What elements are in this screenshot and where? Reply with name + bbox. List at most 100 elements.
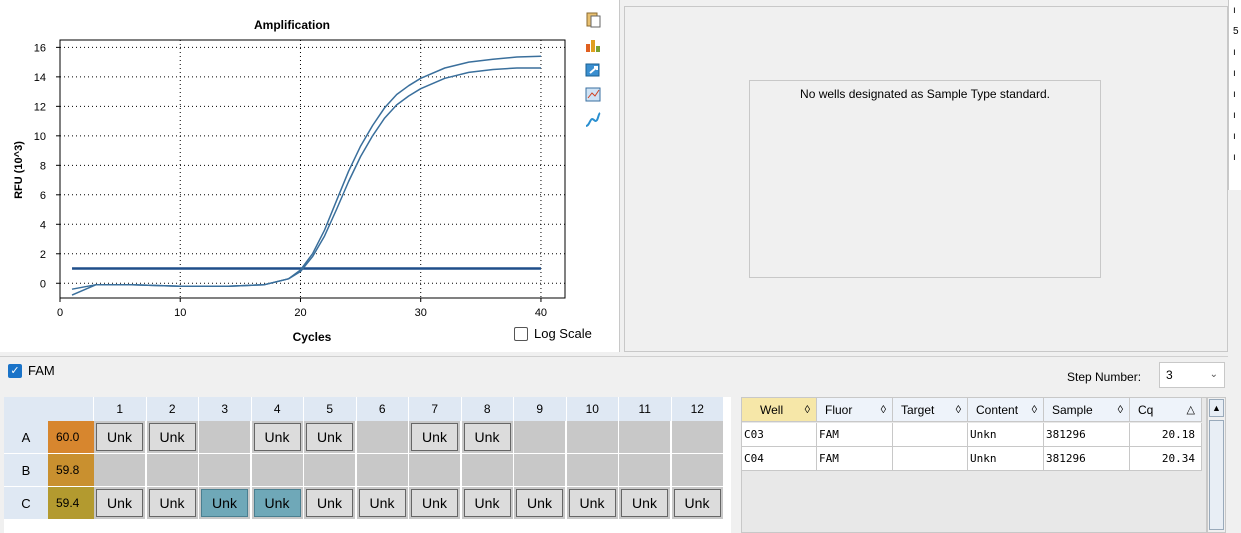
plate-well[interactable] — [671, 454, 724, 487]
well-sample-type[interactable]: Unk — [306, 423, 353, 451]
results-cell[interactable] — [893, 423, 968, 447]
well-sample-type[interactable]: Unk — [621, 489, 668, 517]
plate-well[interactable]: Unk — [409, 487, 461, 520]
column-header-cq[interactable]: Cq △ — [1130, 398, 1202, 422]
plate-well[interactable] — [356, 454, 409, 487]
plate-well[interactable] — [199, 454, 251, 487]
well-sample-type[interactable]: Unk — [306, 489, 353, 517]
plate-well[interactable]: Unk — [251, 487, 304, 520]
plate-well[interactable]: Unk — [671, 487, 724, 520]
plate-well[interactable]: Unk — [94, 487, 146, 520]
well-sample-type[interactable]: Unk — [253, 489, 301, 517]
plate-well[interactable] — [409, 454, 461, 487]
export-icon[interactable] — [583, 60, 603, 80]
plate-well[interactable] — [461, 454, 514, 487]
plate-well[interactable] — [671, 421, 724, 454]
well-sample-type[interactable]: Unk — [148, 423, 196, 451]
chart-settings-icon[interactable] — [583, 35, 603, 55]
plate-well[interactable]: Unk — [514, 487, 566, 520]
plate-well[interactable] — [251, 454, 304, 487]
plate-well[interactable] — [199, 421, 251, 454]
plate-well[interactable]: Unk — [566, 487, 619, 520]
plate-well[interactable] — [566, 454, 619, 487]
column-header-content[interactable]: Content ◊ — [968, 398, 1044, 422]
log-scale-toggle[interactable]: Log Scale — [514, 326, 592, 341]
plate-well[interactable] — [304, 454, 356, 487]
scroll-up-icon[interactable]: ▲ — [1209, 399, 1224, 417]
plate-well[interactable]: Unk — [356, 487, 409, 520]
copy-icon[interactable] — [583, 10, 603, 30]
well-sample-type[interactable]: Unk — [463, 423, 511, 451]
fam-toggle[interactable]: ✓ FAM — [8, 363, 55, 378]
well-sample-type[interactable]: Unk — [96, 423, 143, 451]
results-cell[interactable]: Unkn — [968, 447, 1044, 471]
plate-well[interactable] — [356, 421, 409, 454]
row-header[interactable]: C — [4, 487, 48, 520]
well-sample-type[interactable]: Unk — [358, 489, 406, 517]
results-scrollbar[interactable]: ▲ — [1207, 397, 1226, 533]
results-cell[interactable]: Unkn — [968, 423, 1044, 447]
well-sample-type[interactable]: Unk — [516, 489, 563, 517]
well-sample-type[interactable]: Unk — [411, 423, 458, 451]
column-header[interactable]: 12 — [671, 397, 724, 421]
column-header-fluor[interactable]: Fluor ◊ — [817, 398, 893, 422]
column-header-target[interactable]: Target ◊ — [893, 398, 968, 422]
column-header[interactable]: 10 — [566, 397, 619, 421]
column-header[interactable]: 5 — [304, 397, 357, 421]
plate-well[interactable] — [146, 454, 199, 487]
column-header[interactable]: 11 — [619, 397, 672, 421]
plate-well[interactable] — [94, 454, 146, 487]
results-cell[interactable]: 381296 — [1044, 423, 1130, 447]
results-cell[interactable]: 20.34 — [1130, 447, 1202, 471]
plate-well[interactable]: Unk — [146, 421, 199, 454]
plate-well[interactable] — [514, 454, 566, 487]
well-sample-type[interactable]: Unk — [411, 489, 458, 517]
column-header-sample[interactable]: Sample ◊ — [1044, 398, 1130, 422]
column-header[interactable]: 6 — [356, 397, 409, 421]
plate-well[interactable]: Unk — [94, 421, 146, 454]
column-header[interactable]: 3 — [199, 397, 252, 421]
plate-well[interactable] — [514, 421, 566, 454]
plate-well[interactable]: Unk — [146, 487, 199, 520]
results-cell[interactable]: C04 — [742, 447, 817, 471]
column-header[interactable]: 4 — [251, 397, 304, 421]
zoom-icon[interactable] — [583, 85, 603, 105]
results-cell[interactable]: C03 — [742, 423, 817, 447]
row-header[interactable]: A — [4, 421, 48, 454]
plate-well[interactable]: Unk — [304, 421, 356, 454]
results-cell[interactable]: FAM — [817, 447, 893, 471]
step-number-select[interactable]: 3 ⌄ — [1159, 362, 1225, 388]
well-sample-type[interactable]: Unk — [568, 489, 616, 517]
plate-well[interactable]: Unk — [304, 487, 356, 520]
results-cell[interactable] — [893, 447, 968, 471]
well-sample-type[interactable]: Unk — [96, 489, 143, 517]
column-header[interactable]: 8 — [461, 397, 514, 421]
results-cell[interactable]: 20.18 — [1130, 423, 1202, 447]
results-cell[interactable]: FAM — [817, 423, 893, 447]
plate-well[interactable] — [566, 421, 619, 454]
plate-well[interactable]: Unk — [409, 421, 461, 454]
plate-well[interactable] — [619, 454, 671, 487]
well-sample-type[interactable]: Unk — [463, 489, 511, 517]
row-header[interactable]: B — [4, 454, 48, 487]
plate-well[interactable]: Unk — [461, 487, 514, 520]
well-sample-type[interactable]: Unk — [148, 489, 196, 517]
well-sample-type[interactable]: Unk — [201, 489, 248, 517]
column-header[interactable]: 1 — [94, 397, 147, 421]
column-header[interactable]: 9 — [514, 397, 567, 421]
well-sample-type[interactable]: Unk — [253, 423, 301, 451]
plate-well[interactable]: Unk — [461, 421, 514, 454]
well-sample-type[interactable]: Unk — [673, 489, 721, 517]
results-cell[interactable]: 381296 — [1044, 447, 1130, 471]
plate-well[interactable]: Unk — [619, 487, 671, 520]
plate-well[interactable] — [619, 421, 671, 454]
column-header-well[interactable]: Well ◊ — [742, 398, 817, 422]
plate-well[interactable]: Unk — [251, 421, 304, 454]
column-header[interactable]: 2 — [146, 397, 199, 421]
plate-well[interactable]: Unk — [199, 487, 251, 520]
column-header[interactable]: 7 — [409, 397, 462, 421]
scroll-thumb[interactable] — [1209, 420, 1224, 530]
curve-icon[interactable] — [583, 110, 603, 130]
fam-checkbox[interactable]: ✓ — [8, 363, 22, 378]
log-scale-checkbox[interactable] — [514, 326, 528, 341]
